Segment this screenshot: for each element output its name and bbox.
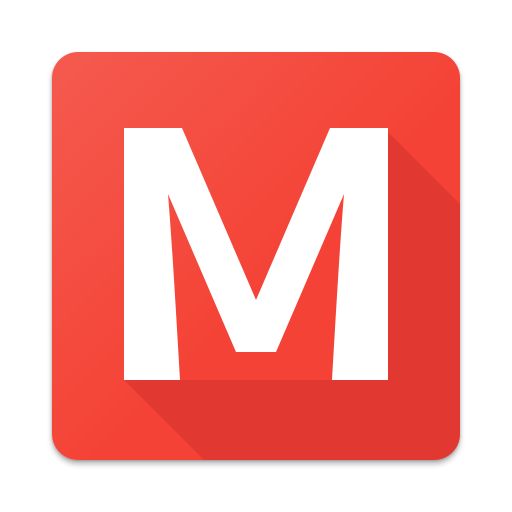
icon-stage (0, 0, 512, 512)
app-icon[interactable] (52, 52, 460, 460)
m-glyph (124, 128, 388, 380)
m-letter-icon (124, 128, 460, 460)
